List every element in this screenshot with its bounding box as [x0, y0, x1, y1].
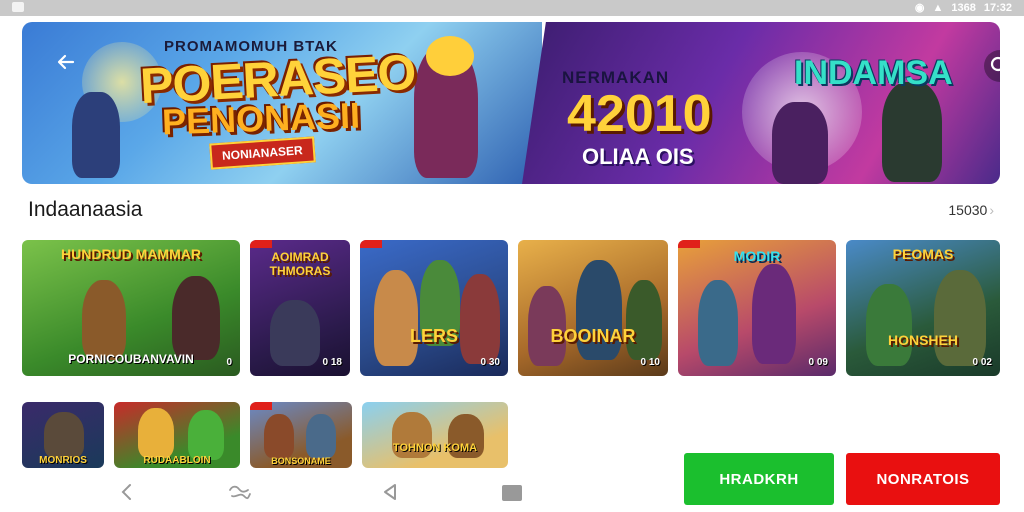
wifi-icon: ◉: [914, 2, 925, 14]
game-card-title: MODIR: [733, 248, 781, 264]
game-card-label: BONSONAME: [271, 456, 331, 466]
game-card-2[interactable]: AOIMRAD THMORAS 0 18: [250, 240, 350, 376]
new-badge: [678, 240, 700, 248]
game-card-title: PEOMAS: [892, 246, 954, 262]
game-card-10[interactable]: TOHNON KOMA: [362, 402, 508, 468]
warrior-character: [772, 102, 828, 184]
banner-right-title: INDAMSA: [794, 54, 953, 92]
back-triangle-icon[interactable]: [380, 482, 400, 502]
hero-character-left: [72, 92, 120, 178]
game-card-4[interactable]: BOOINAR 0 10: [518, 240, 668, 376]
section-title: Indaanaasia: [28, 198, 143, 221]
game-card-8[interactable]: RUDAABLOIN: [114, 402, 240, 468]
status-icons: ◉ ▲ 1368 17:32: [914, 1, 1012, 15]
section-count-link[interactable]: 15030 ›: [948, 202, 994, 218]
banner-right-number: 42010: [567, 85, 712, 143]
game-card-label: BOOINAR: [550, 326, 636, 346]
game-card-5[interactable]: MODIR 0 09: [678, 240, 836, 376]
search-button[interactable]: [984, 50, 1000, 82]
chevron-left-icon[interactable]: [118, 482, 136, 502]
primary-action-button[interactable]: HRADKRH: [684, 453, 834, 505]
game-card-3[interactable]: LERS 0 30: [360, 240, 508, 376]
chevron-right-icon: ›: [989, 202, 994, 218]
promo-banner[interactable]: PROMAMOMUH BTAK POERASEO PENONASII NONIA…: [22, 22, 1000, 184]
notification-icon: [12, 2, 24, 12]
game-card-badge: 0 18: [322, 357, 342, 368]
game-card-label: HONSHEH: [887, 332, 958, 348]
game-card-badge: 0 09: [808, 357, 828, 368]
signal-icon: ▲: [932, 1, 944, 14]
bottom-nav-bar: [0, 470, 660, 512]
banner-title-line2: PENONASII: [161, 94, 361, 143]
secondary-action-button[interactable]: NONRATOIS: [846, 453, 1000, 505]
section-count: 15030: [948, 202, 988, 218]
new-badge: [250, 240, 272, 248]
game-card-badge: 0 02: [972, 357, 992, 368]
search-icon: [990, 56, 1000, 72]
recent-apps-icon[interactable]: [502, 485, 522, 501]
new-badge: [360, 240, 382, 248]
new-badge: [250, 402, 272, 410]
game-card-badge: 0 10: [640, 357, 660, 368]
game-card-badge: 0: [226, 357, 232, 368]
game-card-label: MONRIOS: [39, 455, 87, 466]
game-card-label: PORNICOUBANVAVIN: [68, 352, 194, 366]
game-card-label: RUDAABLOIN: [143, 455, 211, 466]
game-card-label: LERS: [409, 326, 458, 346]
status-bar: ◉ ▲ 1368 17:32: [0, 0, 1024, 16]
back-arrow-icon[interactable]: [52, 52, 80, 80]
game-card-6[interactable]: PEOMAS HONSHEH 0 02: [846, 240, 1000, 376]
game-card-7[interactable]: MONRIOS: [22, 402, 104, 468]
clock: 17:32: [983, 1, 1012, 14]
hero-hair: [426, 36, 474, 76]
banner-right-caption: OLIAA OIS: [582, 144, 694, 169]
game-card-title: HUNDRUD MAMMAR: [61, 246, 201, 262]
game-card-badge: 0 30: [480, 357, 500, 368]
game-card-1[interactable]: HUNDRUD MAMMAR PORNICOUBANVAVIN 0: [22, 240, 240, 376]
game-card-title: AOIMRAD THMORAS: [269, 250, 331, 278]
knight-character: [882, 82, 942, 182]
gamepad-icon[interactable]: [226, 482, 254, 502]
battery-text: 1368: [951, 1, 976, 14]
game-card-9[interactable]: BONSONAME: [250, 402, 352, 468]
game-card-label: TOHNON KOMA: [392, 442, 478, 454]
